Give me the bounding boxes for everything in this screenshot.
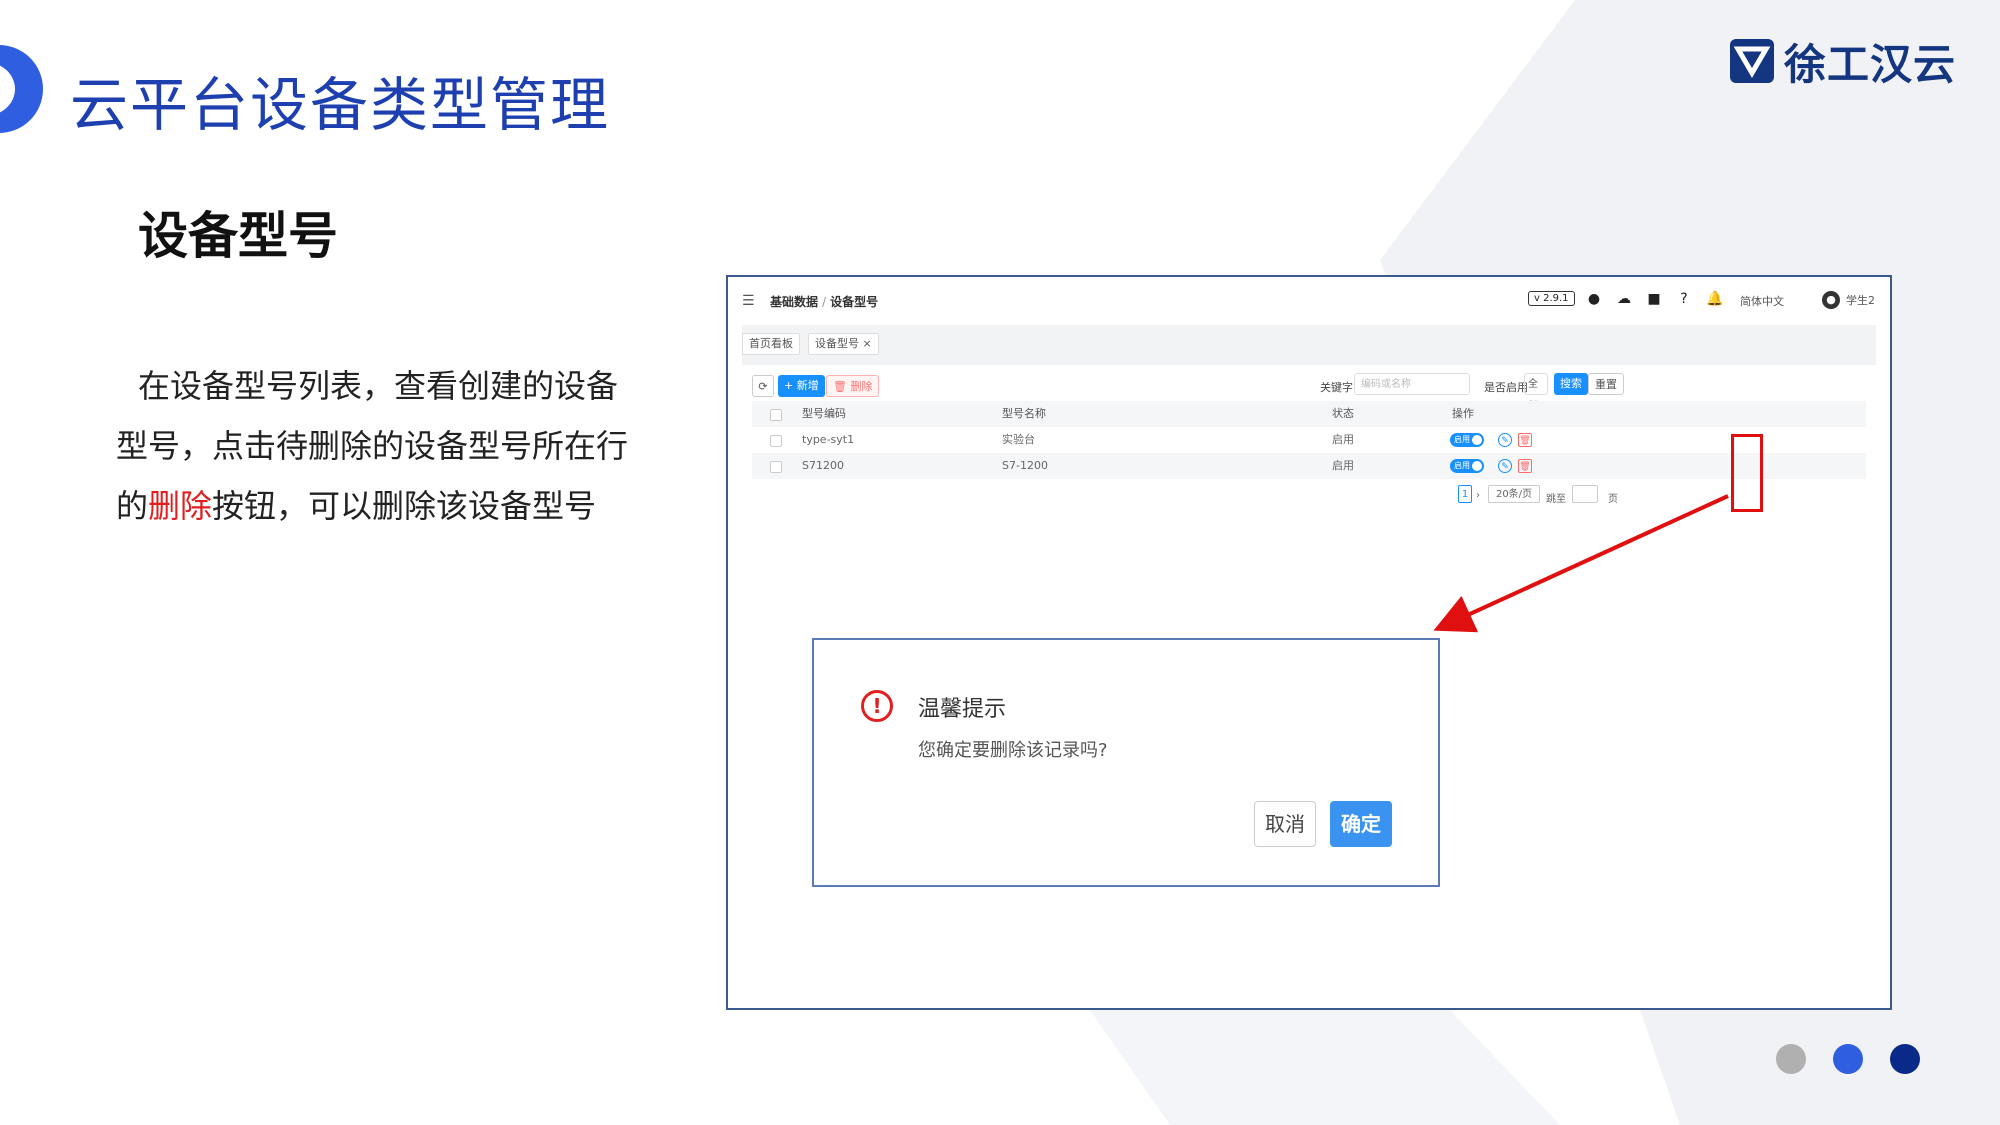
callout-arrow bbox=[1433, 494, 1729, 633]
confirm-button[interactable]: 确定 bbox=[1330, 801, 1392, 847]
slide-dot bbox=[1890, 1044, 1920, 1074]
warning-icon: ! bbox=[861, 690, 893, 722]
cancel-button[interactable]: 取消 bbox=[1254, 801, 1316, 847]
slide-dot bbox=[1833, 1044, 1863, 1074]
slide-dot bbox=[1776, 1044, 1806, 1074]
dialog-message: 您确定要删除该记录吗? bbox=[918, 740, 1108, 761]
dialog-title: 温馨提示 bbox=[918, 697, 1007, 722]
confirm-dialog: ! 温馨提示 您确定要删除该记录吗? 取消 确定 bbox=[812, 638, 1440, 887]
